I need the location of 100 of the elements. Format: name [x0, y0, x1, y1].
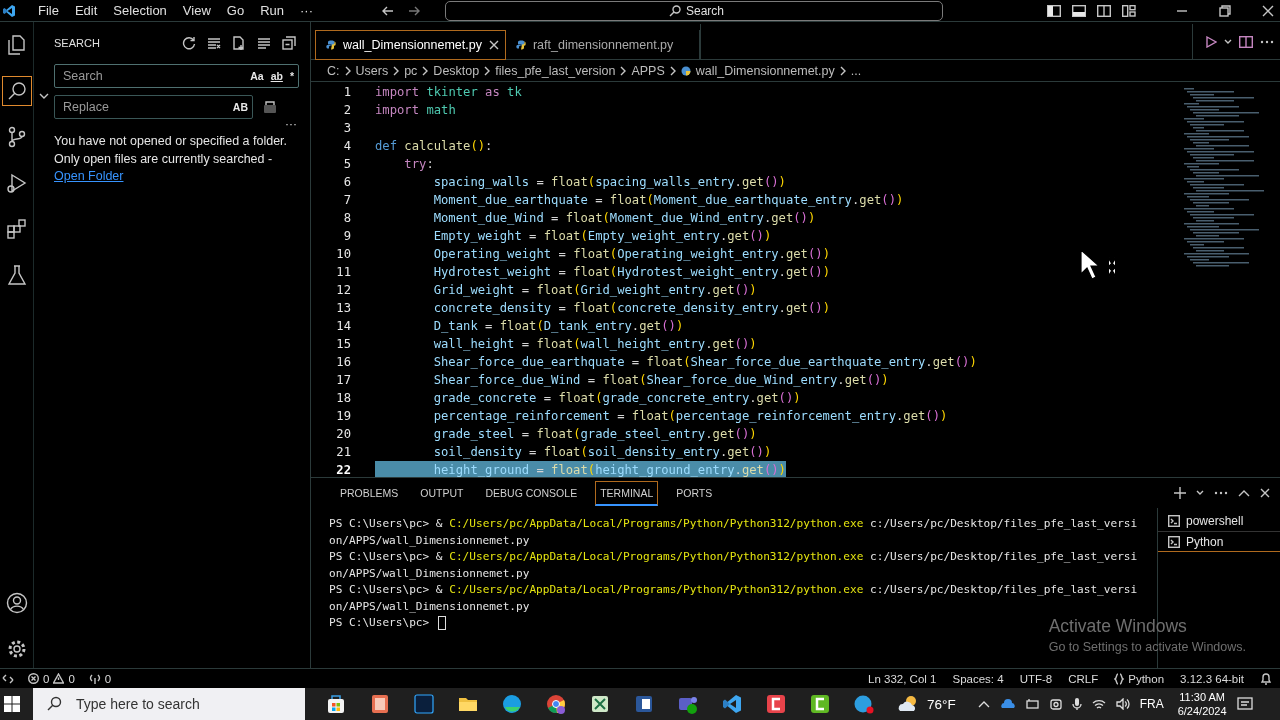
flask-icon[interactable]: [5, 264, 28, 286]
regex-toggle[interactable]: *: [289, 70, 294, 82]
breadcrumb-item[interactable]: files_pfe_last_version: [495, 63, 616, 78]
bracket-tile-icon[interactable]: [765, 693, 787, 715]
terminal-line: PS C:\Users\pc> & C:/Users/pc/AppData/Local/Programs/Python/Python312/python.exe c:/Users/pc/Desktop/files_pfe_last_versi: [329, 582, 1139, 598]
code-line: Moment_due_earthquate = float(Moment_due_earthquate_entry.get()): [432, 192, 904, 209]
status-item[interactable]: 3.12.3 64-bit: [1180, 672, 1244, 685]
status-item[interactable]: UTF-8: [1019, 672, 1053, 685]
line-number: 13: [335, 301, 351, 315]
chevron-down-icon[interactable]: [1224, 38, 1232, 45]
panel-tab[interactable]: OUTPUT: [409, 480, 475, 506]
panel-tab[interactable]: PROBLEMS: [329, 480, 410, 506]
terminal-cursor: [437, 616, 446, 631]
clock-date[interactable]: 6/24/2024: [1177, 704, 1227, 718]
photo-editor-icon[interactable]: [413, 693, 435, 715]
grid-layout-icon[interactable]: [1122, 4, 1136, 17]
preserve-case-toggle[interactable]: AB: [232, 101, 248, 113]
breadcrumb-item[interactable]: pc: [404, 63, 418, 78]
remote-icon[interactable]: [2, 672, 14, 685]
python-file-icon: [680, 65, 691, 76]
line-number: 18: [335, 391, 351, 405]
run-debug-icon[interactable]: [5, 172, 28, 194]
breadcrumb-item[interactable]: C:: [327, 63, 340, 78]
replace-field[interactable]: Replace AB: [54, 95, 253, 119]
taskbar-search-field[interactable]: Type here to search: [33, 688, 305, 720]
panel-tab[interactable]: PORTS: [665, 480, 724, 506]
notifications-icon[interactable]: [1236, 696, 1253, 712]
language-mode[interactable]: Python: [1128, 672, 1165, 685]
more-options-button[interactable]: ···: [285, 119, 297, 131]
document-icon[interactable]: [633, 693, 655, 715]
more-actions-icon[interactable]: [1260, 39, 1274, 44]
wifi-icon[interactable]: [1091, 698, 1106, 710]
chevron-down-icon[interactable]: [39, 92, 49, 100]
battery-icon[interactable]: [1025, 698, 1040, 710]
restore-icon[interactable]: [1219, 4, 1231, 17]
shopping-bag-icon[interactable]: [325, 693, 347, 715]
split-layout-icon[interactable]: [1097, 4, 1111, 17]
run-icon[interactable]: [1205, 35, 1217, 48]
close-icon[interactable]: [488, 40, 499, 50]
panel-tab[interactable]: TERMINAL: [595, 480, 659, 506]
account-icon[interactable]: [5, 592, 28, 614]
presentation-icon[interactable]: [369, 693, 391, 715]
input-language[interactable]: FRA: [1139, 697, 1164, 711]
split-editor-icon[interactable]: [1239, 35, 1253, 48]
breadcrumb-item[interactable]: APPS: [631, 63, 665, 78]
menu-item[interactable]: Selection: [105, 3, 175, 18]
extensions-icon[interactable]: [5, 218, 28, 240]
collapse-all-icon[interactable]: [282, 36, 296, 50]
terminal-list-item[interactable]: Python: [1158, 531, 1280, 552]
bracket-tile-icon[interactable]: [809, 693, 831, 715]
breadcrumb-item[interactable]: Users: [355, 63, 389, 78]
breadcrumb-item[interactable]: Desktop: [433, 63, 480, 78]
menu-item[interactable]: Edit: [66, 3, 106, 18]
line-number: 4: [342, 139, 351, 153]
panel-layout-icon[interactable]: [1072, 4, 1086, 17]
chevron-up-icon[interactable]: [977, 700, 990, 708]
plus-icon[interactable]: [1174, 487, 1186, 499]
whole-word-toggle[interactable]: ab: [270, 70, 283, 82]
clear-results-icon[interactable]: [207, 36, 221, 50]
camera-icon[interactable]: [1049, 697, 1062, 711]
clock-time[interactable]: 11:30 AM: [1179, 690, 1225, 704]
menu-item[interactable]: View: [174, 3, 219, 18]
editor-tab[interactable]: wall_Dimensionnemet.py: [315, 30, 506, 60]
breadcrumb-item[interactable]: ...: [850, 63, 862, 78]
panel-tab[interactable]: DEBUG CONSOLE: [474, 480, 589, 506]
menu-item[interactable]: ···: [292, 3, 321, 18]
close-icon[interactable]: [1260, 488, 1270, 498]
more-actions-icon[interactable]: [1214, 491, 1228, 495]
match-case-toggle[interactable]: Aa: [250, 70, 264, 82]
refresh-icon[interactable]: [182, 36, 196, 50]
error-icon: [28, 673, 39, 684]
status-item[interactable]: CRLF: [1068, 672, 1099, 685]
cloud-icon[interactable]: [999, 699, 1016, 709]
sidebar-layout-icon[interactable]: [1047, 4, 1061, 17]
windows-logo-icon[interactable]: [4, 696, 20, 712]
line-number: 2: [342, 103, 351, 117]
menu-item[interactable]: Run: [252, 3, 292, 18]
chevron-right-icon: [484, 65, 491, 76]
command-center-search[interactable]: Search: [445, 0, 943, 21]
list-icon[interactable]: [257, 36, 271, 50]
terminal-list-item[interactable]: powershell: [1158, 510, 1280, 531]
chevron-down-icon[interactable]: [1196, 490, 1204, 496]
bell-icon[interactable]: [1260, 672, 1272, 685]
search-field[interactable]: Search Aa ab *: [54, 64, 299, 88]
files-icon[interactable]: [5, 34, 28, 56]
new-file-icon[interactable]: [232, 36, 246, 50]
temperature[interactable]: 76°F: [927, 696, 956, 712]
editor-tab[interactable]: raft_dimensionnement.py: [505, 30, 701, 60]
speaker-icon[interactable]: [1115, 698, 1130, 710]
spreadsheet-icon[interactable]: [589, 693, 611, 715]
breadcrumb-item[interactable]: wall_Dimensionnemet.py: [695, 63, 835, 78]
open-folder-link[interactable]: Open Folder: [54, 169, 124, 183]
menu-item[interactable]: File: [30, 3, 67, 18]
microphone-icon[interactable]: [1071, 697, 1082, 711]
line-number: 14: [335, 319, 351, 333]
status-item[interactable]: Spaces: 4: [952, 672, 1004, 685]
status-item[interactable]: Ln 332, Col 1: [868, 672, 937, 685]
chevron-up-icon[interactable]: [1238, 489, 1250, 497]
menu-item[interactable]: Go: [218, 3, 253, 18]
close-icon[interactable]: [1262, 4, 1274, 17]
